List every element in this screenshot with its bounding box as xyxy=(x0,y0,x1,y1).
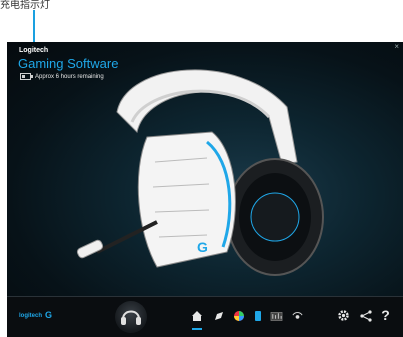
equalizer-icon[interactable] xyxy=(270,309,283,322)
device-hero-area: × Logitech Gaming Software Approx 6 hour… xyxy=(7,42,403,297)
customize-icon[interactable] xyxy=(212,309,225,322)
close-button[interactable]: × xyxy=(394,42,399,52)
charging-indicator-annotation: 充电指示灯 xyxy=(0,0,50,11)
lighting-icon[interactable] xyxy=(232,309,245,322)
svg-text:G: G xyxy=(197,239,208,255)
battery-icon xyxy=(20,73,33,80)
battery-status-icon[interactable] xyxy=(251,309,264,322)
logitech-gaming-software-window: × Logitech Gaming Software Approx 6 hour… xyxy=(7,42,403,337)
share-icon[interactable] xyxy=(359,309,372,322)
bottom-toolbar: logitech G ? xyxy=(7,296,403,337)
active-tab-indicator xyxy=(192,328,202,330)
headset-icon xyxy=(121,310,141,325)
device-selector-button[interactable] xyxy=(115,301,147,333)
help-icon[interactable]: ? xyxy=(379,308,392,322)
headset-image: G xyxy=(76,69,324,276)
logitech-logo: logitech xyxy=(19,313,43,319)
battery-fill xyxy=(22,75,25,78)
surround-sound-icon[interactable] xyxy=(291,309,304,322)
home-icon[interactable] xyxy=(190,309,203,322)
settings-gear-icon[interactable] xyxy=(337,309,350,322)
logitech-g-logo: G xyxy=(45,310,53,320)
